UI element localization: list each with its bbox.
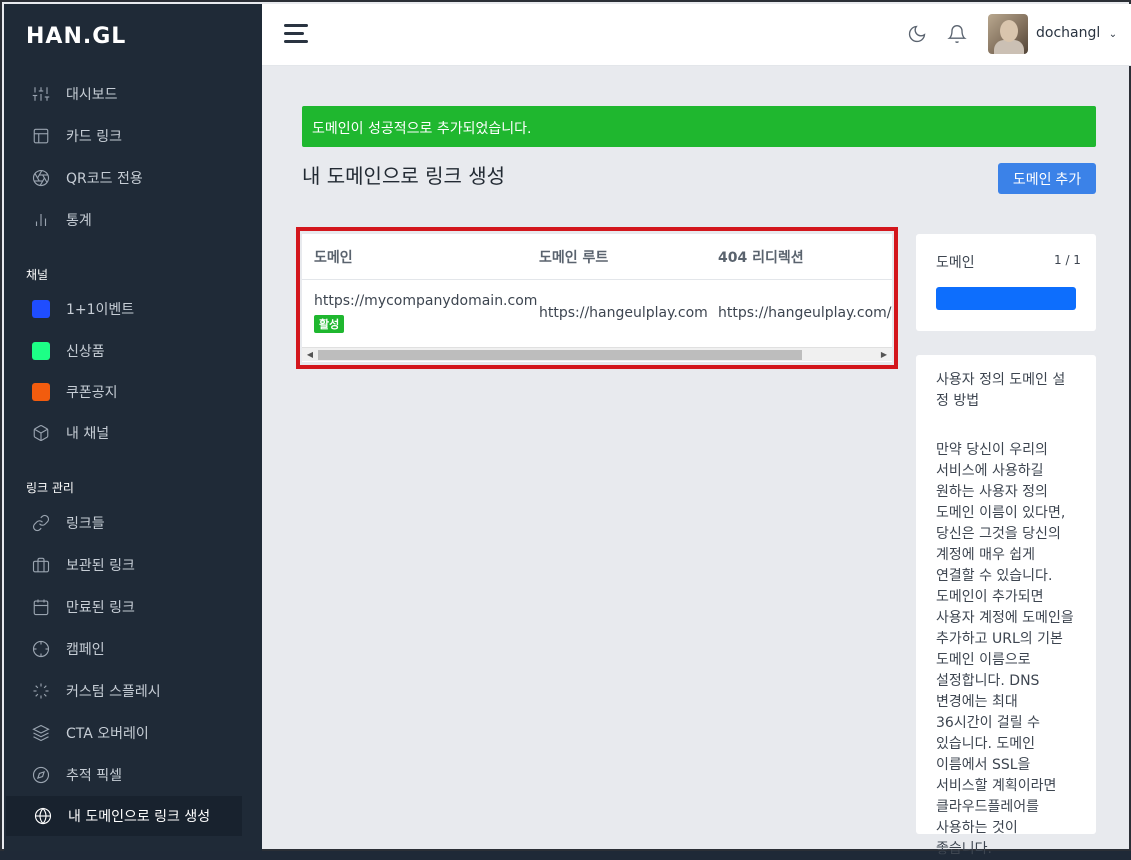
loader-icon	[32, 682, 50, 700]
chevron-down-icon: ⌄	[1108, 29, 1118, 40]
layout-icon	[32, 127, 50, 145]
horizontal-scrollbar[interactable]: ◀ ▶	[302, 347, 892, 361]
sidebar-item-label: 링크들	[66, 516, 105, 532]
sidebar-item-label: QR코드 전용	[66, 171, 143, 187]
sidebar-item-expired-links[interactable]: 만료된 링크	[4, 587, 262, 627]
sidebar-item-label: 내 도메인으로 링크 생성	[68, 809, 211, 825]
sidebar-item-custom-domain[interactable]: 내 도메인으로 링크 생성	[6, 796, 242, 836]
aperture-icon	[32, 169, 50, 187]
link-icon	[32, 514, 50, 532]
bell-icon[interactable]	[947, 24, 969, 46]
add-domain-button[interactable]: 도메인 추가	[998, 163, 1096, 194]
channel-color-swatch	[32, 383, 50, 401]
channel-color-swatch	[32, 300, 50, 318]
scroll-left-icon[interactable]: ◀	[304, 350, 316, 360]
sidebar-item-campaigns[interactable]: 캠페인	[4, 629, 262, 669]
quota-label: 도메인	[936, 255, 975, 271]
column-header-domain: 도메인	[314, 250, 353, 266]
sidebar-item-label: CTA 오버레이	[66, 726, 149, 742]
sidebar-item-archived-links[interactable]: 보관된 링크	[4, 545, 262, 585]
bar-chart-icon	[32, 211, 50, 229]
section-title-link-management: 링크 관리	[26, 481, 74, 495]
domains-table: 도메인 도메인 루트 404 리디렉션 https://mycompanydom…	[302, 234, 892, 362]
root-cell: https://hangeulplay.com	[539, 305, 708, 321]
help-title: 사용자 정의 도메인 설정 방법	[936, 372, 1066, 409]
divider	[302, 279, 892, 280]
sidebar-channel-event[interactable]: 1+1이벤트	[4, 289, 262, 329]
sidebar-channel-coupon[interactable]: 쿠폰공지	[4, 372, 262, 412]
scroll-right-icon[interactable]: ▶	[878, 350, 890, 360]
sidebar-item-label: 만료된 링크	[66, 600, 135, 616]
scroll-thumb[interactable]	[318, 350, 802, 360]
sidebar-item-label: 1+1이벤트	[66, 302, 135, 318]
page-title: 내 도메인으로 링크 생성	[302, 164, 506, 188]
sidebar-item-label: 카드 링크	[66, 129, 122, 145]
section-title-channels: 채널	[26, 268, 49, 282]
help-body: 만약 당신이 우리의 서비스에 사용하길 원하는 사용자 정의 도메인 이름이 …	[936, 442, 1074, 857]
moon-icon[interactable]	[907, 24, 929, 46]
briefcase-icon	[32, 556, 50, 574]
sidebar-item-dashboard[interactable]: 대시보드	[4, 74, 262, 114]
sidebar-item-label: 캠페인	[66, 642, 105, 658]
column-header-redirect: 404 리디렉션	[718, 250, 804, 266]
sidebar-item-stats[interactable]: 통계	[4, 200, 262, 240]
sidebar-item-label: 내 채널	[66, 426, 110, 442]
quota-count: 1 / 1	[1054, 253, 1081, 267]
domain-cell[interactable]: https://mycompanydomain.com	[314, 293, 537, 309]
crosshair-icon	[32, 640, 50, 658]
sidebar-channel-new-product[interactable]: 신상품	[4, 331, 262, 371]
redirect-cell: https://hangeulplay.com/404	[718, 305, 892, 321]
sidebar-item-qrcode[interactable]: QR코드 전용	[4, 158, 262, 198]
channel-color-swatch	[32, 342, 50, 360]
sliders-icon	[32, 85, 50, 103]
sidebar-item-label: 대시보드	[66, 87, 118, 103]
domain-quota-card: 도메인 1 / 1	[916, 234, 1096, 331]
sidebar-item-custom-splash[interactable]: 커스텀 스플레시	[4, 671, 262, 711]
menu-toggle-icon[interactable]	[284, 24, 308, 44]
sidebar-item-label: 보관된 링크	[66, 558, 135, 574]
sidebar: HAN.GL 대시보드 카드 링크 QR코드 전용 통계 채널 1+1이벤트 신…	[4, 4, 262, 851]
brand-logo[interactable]: HAN.GL	[26, 24, 126, 49]
status-badge: 활성	[314, 315, 345, 333]
username-label: dochangl	[1036, 25, 1101, 41]
globe-icon	[34, 807, 52, 825]
sidebar-item-links[interactable]: 링크들	[4, 503, 262, 543]
column-header-root: 도메인 루트	[539, 250, 609, 266]
avatar[interactable]	[988, 14, 1028, 54]
success-alert: 도메인이 성공적으로 추가되었습니다.	[302, 106, 1096, 147]
sidebar-item-label: 통계	[66, 213, 92, 229]
sidebar-item-label: 커스텀 스플레시	[66, 684, 161, 700]
sidebar-item-label: 신상품	[66, 344, 105, 360]
box-icon	[32, 424, 50, 442]
sidebar-item-cta-overlay[interactable]: CTA 오버레이	[4, 713, 262, 753]
calendar-icon	[32, 598, 50, 616]
compass-icon	[32, 766, 50, 784]
sidebar-item-label: 쿠폰공지	[66, 385, 118, 401]
layers-icon	[32, 724, 50, 742]
help-card: 사용자 정의 도메인 설정 방법 만약 당신이 우리의 서비스에 사용하길 원하…	[916, 355, 1096, 857]
app-window: HAN.GL 대시보드 카드 링크 QR코드 전용 통계 채널 1+1이벤트 신…	[0, 0, 1131, 857]
sidebar-item-my-channels[interactable]: 내 채널	[4, 413, 262, 453]
sidebar-item-card-link[interactable]: 카드 링크	[4, 116, 262, 156]
quota-progress-bar	[936, 287, 1076, 310]
topbar: dochangl ⌄	[262, 4, 1131, 66]
sidebar-item-tracking-pixel[interactable]: 추적 픽셀	[4, 755, 262, 795]
sidebar-item-label: 추적 픽셀	[66, 768, 122, 784]
user-menu[interactable]: dochangl ⌄	[1036, 25, 1117, 41]
